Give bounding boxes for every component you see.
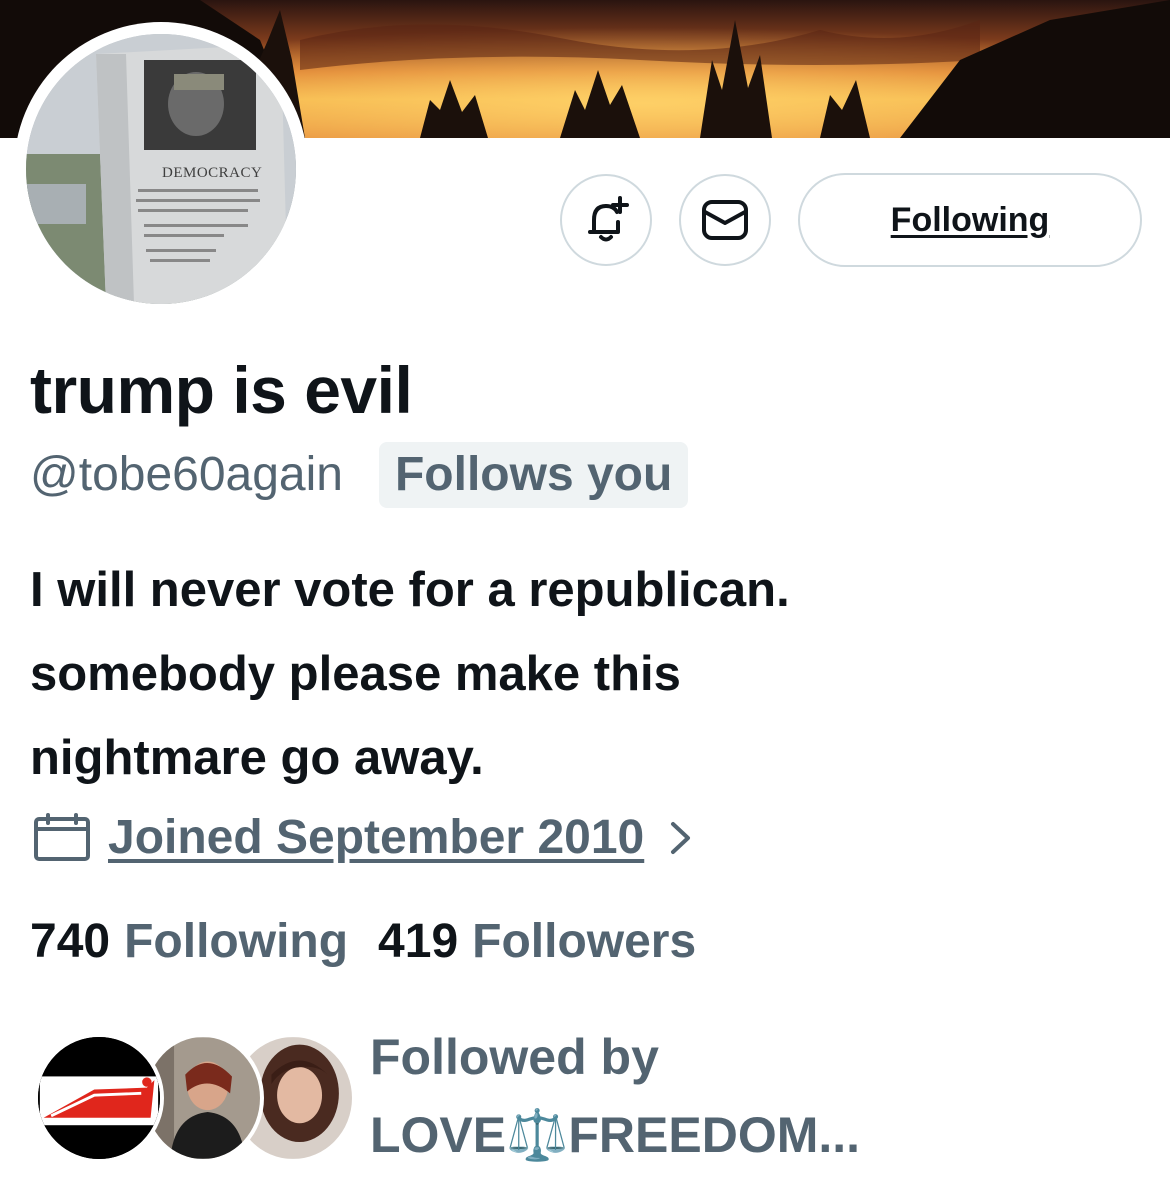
joined-date-link[interactable]: Joined September 2010 [32, 806, 694, 870]
follower-logo [38, 1037, 160, 1159]
profile-avatar[interactable]: DEMOCRACY [14, 22, 308, 316]
bio-line: I will never vote for a republican. [30, 563, 790, 617]
display-name: trump is evil [30, 353, 413, 427]
joined-date-text: Joined September 2010 [108, 811, 645, 864]
profile-page: DEMOCRACY Following trump is evil @tobe6… [0, 0, 1170, 1179]
followed-by-label: Followed by [370, 1029, 659, 1085]
following-button[interactable]: Following [798, 173, 1142, 267]
profile-handle: @tobe60again [30, 448, 343, 501]
bio-line: somebody please make this [30, 647, 681, 701]
envelope-icon [702, 200, 748, 240]
follows-you-badge: Follows you [378, 442, 689, 508]
following-stat[interactable]: 740 Following [30, 910, 348, 974]
notify-button[interactable] [560, 174, 652, 266]
handle-row: @tobe60again Follows you [30, 440, 689, 510]
avatar-image: DEMOCRACY [26, 34, 296, 304]
avatar-plaque-text: DEMOCRACY [162, 165, 263, 181]
bell-plus-icon [588, 196, 629, 242]
following-label: Following [124, 915, 349, 968]
followed-by-names[interactable]: LOVE⚖️FREEDOM... [370, 1100, 860, 1170]
message-button[interactable] [679, 174, 771, 266]
profile-bio: I will never vote for a republican. some… [30, 548, 1130, 800]
follow-stats: 740 Following 419 Followers [30, 910, 696, 974]
followers-label: Followers [472, 915, 697, 968]
followers-count: 419 [378, 915, 459, 968]
following-count: 740 [30, 915, 111, 968]
followers-stat[interactable]: 419 Followers [378, 910, 696, 974]
calendar-icon [34, 813, 90, 861]
follower-avatar-1[interactable] [34, 1033, 164, 1163]
chevron-right-icon [671, 822, 691, 854]
bio-line: nightmare go away. [30, 731, 484, 785]
